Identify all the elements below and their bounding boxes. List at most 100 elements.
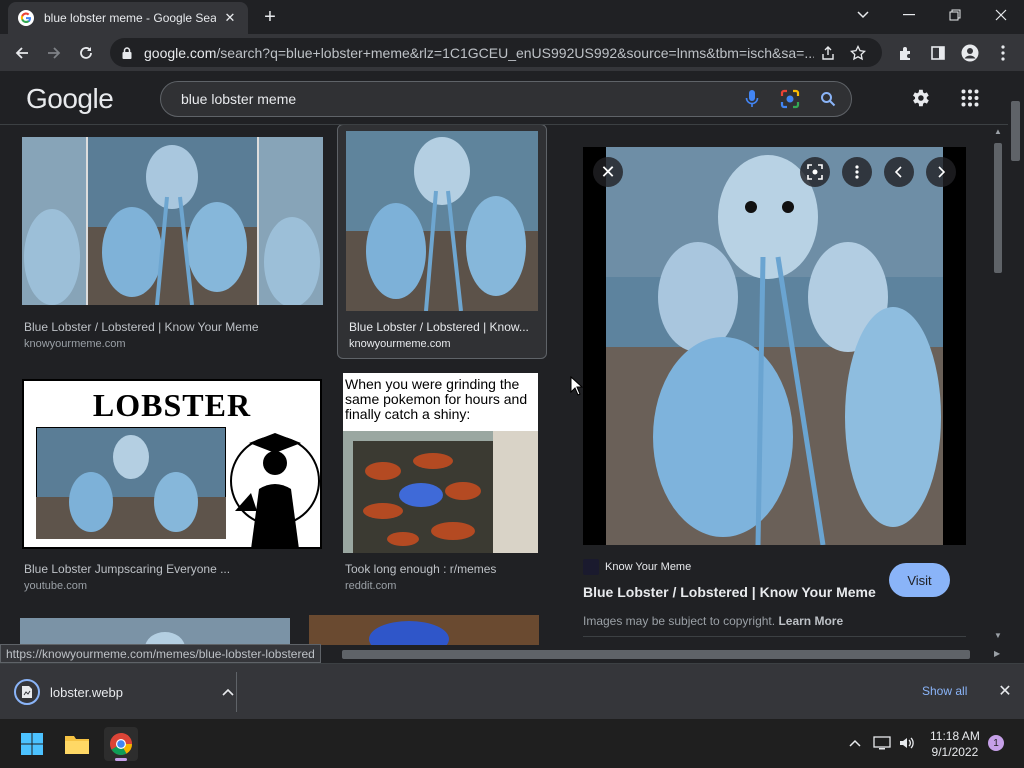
video-play-icon[interactable]: ▶ <box>26 531 34 542</box>
result-source[interactable]: reddit.com <box>345 580 396 592</box>
page-scrollbar-thumb[interactable] <box>1011 101 1020 161</box>
close-window-button[interactable] <box>987 4 1015 26</box>
result-title[interactable]: Took long enough : r/memes <box>345 562 535 576</box>
scroll-down-arrow-icon[interactable]: ▼ <box>994 631 1002 640</box>
result-thumbnail[interactable]: When you were grinding the same pokemon … <box>343 373 538 553</box>
download-bar: lobster.webp Show all ✕ <box>0 663 1024 719</box>
preview-source-name[interactable]: Know Your Meme <box>605 561 691 573</box>
result-card-selected[interactable]: Blue Lobster / Lobstered | Know... knowy… <box>337 125 547 359</box>
graduate-silhouette-icon <box>230 433 320 547</box>
tab-search-chevron-icon[interactable] <box>849 4 877 26</box>
system-clock[interactable]: 11:18 AM 9/1/2022 <box>930 728 980 760</box>
network-icon[interactable] <box>872 733 892 753</box>
horizontal-scrollbar[interactable]: ▶ <box>338 646 1008 662</box>
result-card[interactable]: Blue Lobster / Lobstered | Know Your Mem… <box>22 137 324 355</box>
clock-date: 9/1/2022 <box>931 745 979 759</box>
scroll-up-arrow-icon[interactable]: ▲ <box>994 127 1002 136</box>
volume-icon[interactable] <box>897 733 917 753</box>
lobster-bin-photo <box>343 431 538 553</box>
preview-title[interactable]: Blue Lobster / Lobstered | Know Your Mem… <box>583 584 876 600</box>
download-filename[interactable]: lobster.webp <box>50 685 222 700</box>
search-input[interactable]: blue lobster meme <box>160 81 852 117</box>
result-thumbnail[interactable] <box>22 137 323 305</box>
lobster-photo <box>36 427 226 539</box>
clock-time: 11:18 AM <box>930 729 980 743</box>
google-logo[interactable]: Google <box>26 83 114 115</box>
download-item[interactable]: lobster.webp <box>14 678 234 706</box>
mouse-cursor-icon <box>570 376 584 396</box>
download-options-chevron-icon[interactable] <box>222 683 234 701</box>
result-thumbnail[interactable] <box>346 131 538 311</box>
close-preview-icon[interactable]: ✕ <box>593 157 623 187</box>
file-icon <box>14 679 40 705</box>
source-favicon-icon <box>583 559 599 575</box>
page-scrollbar[interactable] <box>1008 71 1024 649</box>
tab-google-search[interactable]: blue lobster meme - Google Sear ✕ <box>8 2 248 34</box>
active-app-indicator <box>115 758 127 761</box>
results-scrollbar[interactable]: ▲ ▼ <box>990 125 1006 645</box>
voice-search-mic-icon[interactable] <box>737 84 767 114</box>
address-bar[interactable]: google.com/search?q=blue+lobster+meme&rl… <box>110 38 882 67</box>
windows-taskbar: 11:18 AM 9/1/2022 1 <box>0 719 1024 768</box>
result-thumbnail[interactable]: LOBSTER ▶ <box>22 379 322 549</box>
previous-image-icon[interactable] <box>884 157 914 187</box>
tab-close-icon[interactable]: ✕ <box>222 10 238 26</box>
show-all-downloads-link[interactable]: Show all <box>922 684 967 698</box>
browser-toolbar: google.com/search?q=blue+lobster+meme&rl… <box>0 34 1024 71</box>
result-source[interactable]: knowyourmeme.com <box>24 338 125 350</box>
meme-caption: When you were grinding the same pokemon … <box>345 376 528 422</box>
notification-badge[interactable]: 1 <box>988 735 1004 751</box>
new-tab-button[interactable]: + <box>258 6 282 28</box>
search-query[interactable]: blue lobster meme <box>181 91 737 107</box>
preview-image[interactable] <box>583 147 966 545</box>
scrollbar-thumb[interactable] <box>994 143 1002 273</box>
settings-gear-icon[interactable] <box>906 84 934 112</box>
forward-button[interactable] <box>41 40 67 66</box>
show-hidden-icons-chevron-icon[interactable] <box>845 733 865 753</box>
result-source[interactable]: knowyourmeme.com <box>349 338 450 350</box>
image-preview-panel: ✕ Know Your Meme Blue Lobster / Lobstere… <box>560 125 990 645</box>
file-explorer-icon[interactable] <box>60 727 94 761</box>
result-thumbnail-partial[interactable] <box>309 615 539 645</box>
search-icon[interactable] <box>813 84 843 114</box>
meme-caption: LOBSTER <box>92 387 252 423</box>
minimize-button[interactable] <box>895 4 923 26</box>
result-title[interactable]: Blue Lobster / Lobstered | Know Your Mem… <box>24 320 320 334</box>
restore-button[interactable] <box>941 4 969 26</box>
visit-button[interactable]: Visit <box>889 563 950 597</box>
windows-start-icon[interactable] <box>15 727 49 761</box>
lock-icon[interactable] <box>120 46 134 60</box>
extensions-icon[interactable] <box>893 40 919 66</box>
learn-more-link[interactable]: Learn More <box>778 614 843 628</box>
close-download-bar-icon[interactable]: ✕ <box>996 682 1014 700</box>
profile-avatar-icon[interactable] <box>957 40 983 66</box>
share-icon[interactable] <box>820 45 836 61</box>
next-image-icon[interactable] <box>926 157 956 187</box>
image-results-grid: Blue Lobster / Lobstered | Know Your Mem… <box>0 125 560 645</box>
reload-button[interactable] <box>73 40 99 66</box>
apps-grid-icon[interactable] <box>956 84 984 112</box>
status-url-tooltip: https://knowyourmeme.com/memes/blue-lobs… <box>0 644 321 663</box>
side-panel-icon[interactable] <box>925 40 951 66</box>
more-options-icon[interactable] <box>842 157 872 187</box>
bookmark-star-icon[interactable] <box>850 44 866 61</box>
google-favicon-icon <box>18 10 34 26</box>
lens-camera-icon[interactable] <box>775 84 805 114</box>
result-title[interactable]: Blue Lobster Jumpscaring Everyone ... <box>24 562 320 576</box>
title-bar: blue lobster meme - Google Sear ✕ + <box>0 0 1024 34</box>
result-title[interactable]: Blue Lobster / Lobstered | Know... <box>349 320 539 334</box>
lens-search-icon[interactable] <box>800 157 830 187</box>
preview-source[interactable]: Know Your Meme <box>583 559 691 575</box>
copyright-notice: Images may be subject to copyright. Lear… <box>583 614 844 628</box>
result-source[interactable]: youtube.com <box>24 580 87 592</box>
divider <box>236 672 237 712</box>
scroll-right-arrow-icon[interactable]: ▶ <box>994 649 1000 658</box>
result-card[interactable]: LOBSTER ▶ Blue Lobster Jumpscaring Every… <box>22 379 324 597</box>
google-header: Google blue lobster meme <box>0 71 1010 125</box>
horizontal-scrollbar-thumb[interactable] <box>342 650 970 659</box>
browser-menu-icon[interactable] <box>990 40 1016 66</box>
back-button[interactable] <box>9 40 35 66</box>
result-thumbnail-partial[interactable] <box>20 618 290 645</box>
result-card[interactable]: When you were grinding the same pokemon … <box>343 373 539 592</box>
chrome-taskbar-icon[interactable] <box>104 727 138 761</box>
